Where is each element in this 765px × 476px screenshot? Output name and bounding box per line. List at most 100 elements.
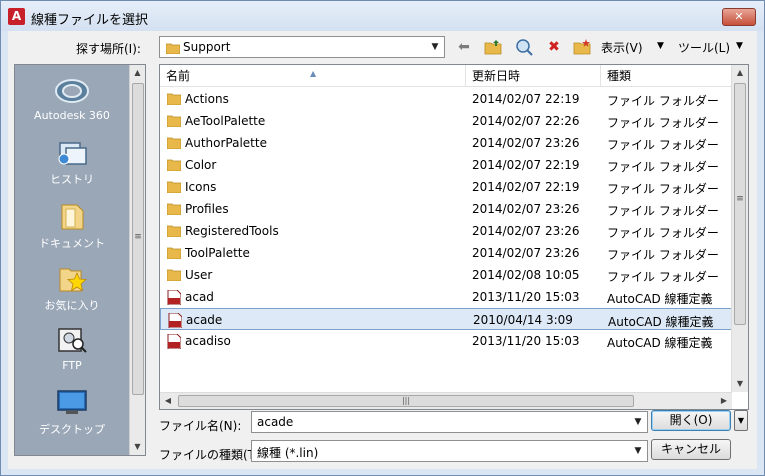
file-row[interactable]: AeToolPalette 2014/02/07 22:26 ファイル フォルダー — [160, 110, 732, 132]
place-ftp[interactable]: FTP — [15, 325, 129, 372]
scroll-down-icon[interactable]: ▼ — [732, 376, 748, 392]
folder-icon — [167, 181, 181, 193]
view-menu[interactable]: 表示(V) — [601, 39, 643, 56]
folder-icon — [166, 43, 180, 54]
filetype-label: ファイルの種類(T): — [159, 448, 264, 462]
file-date: 2010/04/14 3:09 — [473, 313, 573, 327]
place-history[interactable]: ヒストリ — [15, 139, 129, 187]
select-linetype-file-dialog: A 線種ファイルを選択 ✕ 探す場所(I): Support ▼ ⬅ ✖ 表示(… — [0, 0, 765, 476]
view-chevron-down-icon[interactable]: ▼ — [657, 41, 664, 51]
file-date: 2014/02/07 23:26 — [472, 136, 580, 150]
lin-file-icon — [167, 334, 181, 349]
file-name: AuthorPalette — [185, 136, 267, 150]
folder-icon — [167, 225, 181, 237]
file-type: ファイル フォルダー — [607, 160, 719, 174]
column-date[interactable]: 更新日時 — [466, 65, 601, 87]
tools-chevron-down-icon[interactable]: ▼ — [736, 41, 743, 51]
scroll-up-icon[interactable]: ▲ — [130, 65, 145, 81]
file-row[interactable]: Profiles 2014/02/07 23:26 ファイル フォルダー — [160, 198, 732, 220]
place-favorites[interactable]: お気に入り — [15, 263, 129, 313]
desktop-icon — [57, 390, 87, 414]
file-row[interactable]: Actions 2014/02/07 22:19 ファイル フォルダー — [160, 88, 732, 110]
scroll-thumb[interactable]: ≡ — [132, 83, 144, 395]
delete-icon[interactable]: ✖ — [545, 38, 563, 56]
file-row[interactable]: Icons 2014/02/07 22:19 ファイル フォルダー — [160, 176, 732, 198]
place-label: FTP — [62, 359, 82, 372]
search-web-icon[interactable] — [515, 38, 533, 56]
file-row[interactable]: Color 2014/02/07 22:19 ファイル フォルダー — [160, 154, 732, 176]
places-sidebar: Autodesk 360 ヒストリ ドキュメント お気に入り FTP デスクトッ… — [14, 64, 146, 456]
ftp-icon — [58, 328, 87, 353]
scroll-right-icon[interactable]: ▶ — [716, 393, 732, 409]
open-button[interactable]: 開く(O) — [651, 410, 731, 431]
close-button[interactable]: ✕ — [722, 8, 756, 26]
folder-icon — [167, 93, 181, 105]
filename-value[interactable]: acade — [257, 415, 293, 429]
file-row[interactable]: User 2014/02/08 10:05 ファイル フォルダー — [160, 264, 732, 286]
scroll-thumb[interactable]: ≡ — [734, 83, 746, 325]
chevron-down-icon[interactable]: ▼ — [629, 441, 647, 461]
look-in-combo[interactable]: Support ▼ — [159, 36, 445, 58]
file-name: acad — [185, 290, 214, 304]
file-type: ファイル フォルダー — [607, 116, 719, 130]
new-folder-icon[interactable] — [573, 38, 591, 56]
file-row[interactable]: ToolPalette 2014/02/07 23:26 ファイル フォルダー — [160, 242, 732, 264]
file-date: 2014/02/07 22:19 — [472, 92, 580, 106]
scroll-left-icon[interactable]: ◀ — [160, 393, 176, 409]
file-date: 2014/02/07 22:19 — [472, 158, 580, 172]
file-list-vertical-scrollbar[interactable]: ▲ ≡ ▼ — [731, 65, 748, 392]
autodesk-360-icon — [55, 79, 89, 103]
look-in-value: Support — [183, 40, 231, 54]
file-type: AutoCAD 線種定義 — [607, 336, 713, 350]
file-name: RegisteredTools — [185, 224, 279, 238]
tools-menu[interactable]: ツール(L) — [678, 39, 730, 56]
up-folder-icon[interactable] — [484, 38, 502, 56]
file-type: AutoCAD 線種定義 — [607, 292, 713, 306]
file-row[interactable]: acadiso 2013/11/20 15:03 AutoCAD 線種定義 — [160, 330, 732, 352]
column-name[interactable]: 名前 ▲ — [160, 65, 466, 87]
filename-combo[interactable]: acade ▼ — [251, 411, 648, 433]
file-date: 2013/11/20 15:03 — [472, 334, 580, 348]
file-row[interactable]: acad 2013/11/20 15:03 AutoCAD 線種定義 — [160, 286, 732, 308]
back-arrow-icon[interactable]: ⬅ — [455, 38, 473, 56]
file-row[interactable]: RegisteredTools 2014/02/07 23:26 ファイル フォルダ… — [160, 220, 732, 242]
cancel-button[interactable]: キャンセル — [651, 439, 731, 460]
autocad-app-icon: A — [8, 8, 25, 25]
file-date: 2014/02/07 22:19 — [472, 180, 580, 194]
place-label: Autodesk 360 — [34, 109, 110, 122]
scroll-down-icon[interactable]: ▼ — [130, 439, 145, 455]
column-header: 名前 ▲ 更新日時 種類 — [160, 65, 732, 87]
look-in-label: 探す場所(I): — [76, 42, 141, 56]
chevron-down-icon[interactable]: ▼ — [629, 412, 647, 432]
lin-file-icon — [167, 290, 181, 305]
filename-label: ファイル名(N): — [159, 419, 242, 433]
place-label: デスクトップ — [39, 423, 105, 436]
file-type: ファイル フォルダー — [607, 204, 719, 218]
lin-file-icon — [168, 313, 182, 328]
file-date: 2014/02/07 22:26 — [472, 114, 580, 128]
chevron-down-icon[interactable]: ▼ — [426, 37, 444, 57]
folder-icon — [167, 247, 181, 259]
file-name: Color — [185, 158, 217, 172]
filetype-combo[interactable]: 線種 (*.lin) ▼ — [251, 440, 648, 462]
open-options-chevron-down-icon[interactable]: ▼ — [734, 410, 748, 431]
sort-ascending-icon: ▲ — [310, 69, 317, 78]
file-row[interactable]: acade 2010/04/14 3:09 AutoCAD 線種定義 — [160, 308, 732, 330]
column-type[interactable]: 種類 — [601, 65, 732, 87]
filetype-value: 線種 (*.lin) — [257, 446, 319, 460]
file-name: Icons — [185, 180, 217, 194]
file-row[interactable]: AuthorPalette 2014/02/07 23:26 ファイル フォルダー — [160, 132, 732, 154]
documents-icon — [61, 204, 84, 230]
scroll-thumb[interactable]: ||| — [178, 395, 634, 407]
scroll-up-icon[interactable]: ▲ — [732, 65, 748, 81]
place-desktop[interactable]: デスクトップ — [15, 387, 129, 437]
file-list-horizontal-scrollbar[interactable]: ◀ ||| ▶ — [160, 392, 732, 409]
places-scrollbar[interactable]: ▲ ≡ ▼ — [129, 65, 145, 455]
title-bar: A 線種ファイルを選択 ✕ — [1, 1, 764, 31]
file-date: 2014/02/08 10:05 — [472, 268, 580, 282]
place-documents[interactable]: ドキュメント — [15, 201, 129, 251]
file-type: ファイル フォルダー — [607, 94, 719, 108]
file-type: ファイル フォルダー — [607, 226, 719, 240]
window-title: 線種ファイルを選択 — [31, 13, 149, 28]
place-autodesk-360[interactable]: Autodesk 360 — [15, 77, 129, 122]
